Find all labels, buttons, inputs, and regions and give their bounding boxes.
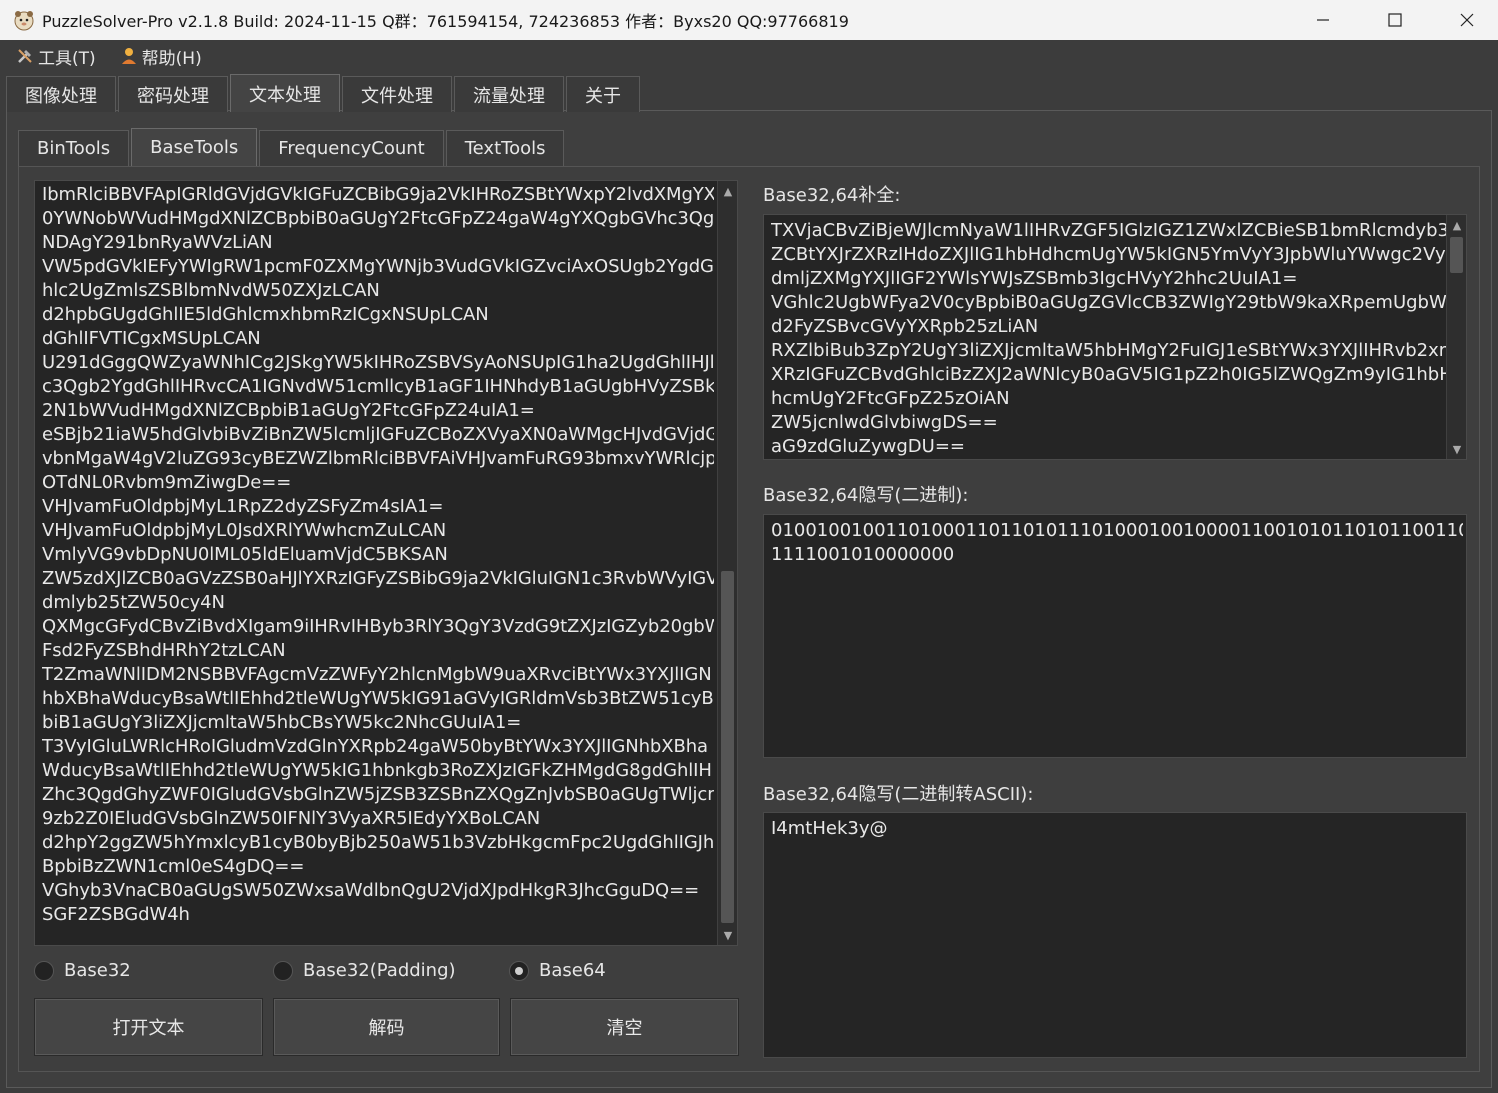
maximize-icon bbox=[1388, 13, 1402, 27]
padding-output-text: TXVjaCBvZiBjeWJlcmNyaW1lIHRvZGF5IGlzIGZ1… bbox=[771, 220, 1447, 457]
tab-crypto-processing[interactable]: 密码处理 bbox=[118, 76, 228, 112]
radio-base64-label: Base64 bbox=[539, 960, 606, 981]
base-input-text: IbmRlciBBVFApIGRldGVjdGVkIGFuZCBibG9ja2V… bbox=[42, 184, 714, 925]
radio-base32-padding-indicator bbox=[273, 960, 293, 981]
scroll-up-icon[interactable]: ▲ bbox=[1447, 215, 1466, 235]
decode-button[interactable]: 解码 bbox=[273, 998, 500, 1056]
maximize-button[interactable] bbox=[1360, 0, 1430, 40]
radio-base64[interactable]: Base64 bbox=[509, 960, 606, 981]
tab-bintools[interactable]: BinTools bbox=[18, 130, 130, 166]
radio-base32-label: Base32 bbox=[64, 960, 131, 981]
minimize-icon bbox=[1317, 19, 1329, 21]
tab-frequencycount[interactable]: FrequencyCount bbox=[259, 130, 444, 166]
input-scrollbar[interactable]: ▲ ▼ bbox=[717, 181, 737, 945]
help-person-icon bbox=[120, 47, 138, 65]
radio-base64-indicator bbox=[509, 960, 529, 981]
minimize-button[interactable] bbox=[1288, 0, 1358, 40]
tools-icon bbox=[16, 47, 34, 65]
binary-label: Base32,64隐写(二进制): bbox=[763, 485, 969, 506]
tab-texttools[interactable]: TextTools bbox=[445, 130, 565, 166]
base-input-textarea[interactable]: IbmRlciBBVFApIGRldGVjdGVkIGFuZCBibG9ja2V… bbox=[34, 180, 738, 946]
padding-scrollbar[interactable]: ▲ ▼ bbox=[1446, 215, 1466, 459]
menu-help-label: 帮助(H) bbox=[141, 48, 202, 69]
scroll-thumb[interactable] bbox=[721, 571, 734, 923]
ascii-label: Base32,64隐写(二进制转ASCII): bbox=[763, 784, 1034, 805]
padding-label: Base32,64补全: bbox=[763, 185, 901, 206]
scroll-up-icon[interactable]: ▲ bbox=[718, 181, 737, 201]
menu-bar: 工具(T) 帮助(H) bbox=[0, 40, 1498, 72]
radio-base32-padding-label: Base32(Padding) bbox=[303, 960, 456, 981]
menu-tools-label: 工具(T) bbox=[38, 48, 96, 69]
tab-text-processing[interactable]: 文本处理 bbox=[230, 74, 340, 112]
tab-basetools[interactable]: BaseTools bbox=[131, 128, 258, 166]
sub-tab-bar: BinTools BaseTools FrequencyCount TextTo… bbox=[18, 128, 566, 166]
binary-output-textarea[interactable]: 0100100100110100011011010111010001001000… bbox=[763, 514, 1467, 758]
radio-base32-padding[interactable]: Base32(Padding) bbox=[273, 960, 456, 981]
ascii-output-text: I4mtHek3y@ bbox=[771, 818, 888, 839]
close-icon bbox=[1460, 13, 1474, 27]
tab-traffic-processing[interactable]: 流量处理 bbox=[454, 76, 564, 112]
radio-base32[interactable]: Base32 bbox=[34, 960, 131, 981]
binary-output-text: 0100100100110100011011010111010001001000… bbox=[771, 520, 1463, 565]
clear-button[interactable]: 清空 bbox=[510, 998, 739, 1056]
menu-help[interactable]: 帮助(H) bbox=[120, 44, 202, 69]
main-tab-bar: 图像处理 密码处理 文本处理 文件处理 流量处理 关于 bbox=[6, 74, 642, 112]
scroll-down-icon[interactable]: ▼ bbox=[1447, 439, 1466, 459]
open-text-button[interactable]: 打开文本 bbox=[34, 998, 263, 1056]
tab-image-processing[interactable]: 图像处理 bbox=[6, 76, 116, 112]
radio-base32-indicator bbox=[34, 960, 54, 981]
close-button[interactable] bbox=[1432, 0, 1498, 40]
tab-file-processing[interactable]: 文件处理 bbox=[342, 76, 452, 112]
tab-about[interactable]: 关于 bbox=[566, 76, 640, 112]
ascii-output-textarea[interactable]: I4mtHek3y@ bbox=[763, 812, 1467, 1058]
title-bar: PuzzleSolver-Pro v2.1.8 Build: 2024-11-1… bbox=[0, 0, 1498, 40]
scroll-down-icon[interactable]: ▼ bbox=[718, 925, 737, 945]
menu-tools[interactable]: 工具(T) bbox=[16, 44, 96, 69]
padding-output-textarea[interactable]: TXVjaCBvZiBjeWJlcmNyaW1lIHRvZGF5IGlzIGZ1… bbox=[763, 214, 1467, 460]
window-title: PuzzleSolver-Pro v2.1.8 Build: 2024-11-1… bbox=[42, 12, 849, 31]
scroll-thumb[interactable] bbox=[1450, 237, 1463, 273]
app-icon bbox=[14, 11, 34, 31]
